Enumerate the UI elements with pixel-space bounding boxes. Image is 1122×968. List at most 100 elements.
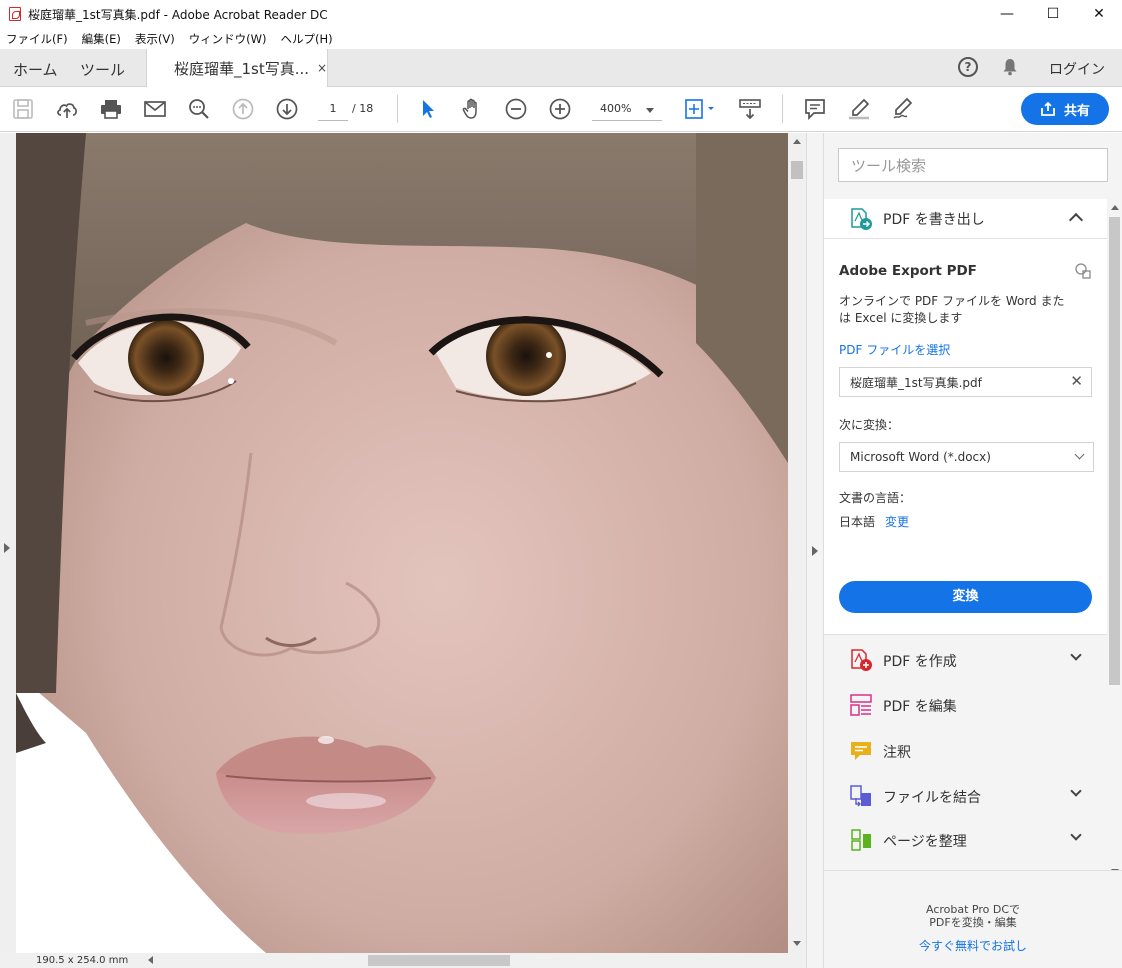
clear-file-icon[interactable]: ✕: [1070, 372, 1083, 390]
tab-bar: ホーム ツール 桜庭瑠華_1st写真... × ? ログイン: [0, 49, 1122, 87]
sign-icon[interactable]: [891, 97, 915, 121]
format-select[interactable]: Microsoft Word (*.docx): [839, 442, 1094, 472]
left-panel-toggle[interactable]: [0, 133, 16, 953]
adobe-export-title: Adobe Export PDF: [839, 263, 977, 279]
comment-icon[interactable]: [803, 97, 827, 121]
create-pdf-icon: [851, 649, 872, 671]
menu-bar: ファイル(F) 編集(E) 表示(V) ウィンドウ(W) ヘルプ(H): [0, 28, 1122, 49]
tab-document-label: 桜庭瑠華_1st写真...: [174, 59, 310, 78]
scroll-thumb[interactable]: [1109, 217, 1120, 685]
previous-page-icon[interactable]: [231, 97, 255, 121]
expand-left-icon: [4, 543, 10, 553]
chevron-down-icon: [646, 108, 654, 113]
close-tab-icon[interactable]: ×: [317, 61, 327, 75]
document-view: 190.5 x 254.0 mm: [0, 133, 806, 968]
export-pdf-icon: [851, 208, 872, 230]
organize-pages-icon: [851, 829, 871, 851]
horizontal-scroll-thumb[interactable]: [368, 955, 510, 966]
pdf-page-image[interactable]: [16, 133, 788, 953]
hand-tool-icon[interactable]: [460, 97, 484, 121]
info-link-icon[interactable]: [1075, 263, 1091, 279]
export-pdf-panel: Adobe Export PDF オンラインで PDF ファイルを Word ま…: [824, 239, 1107, 635]
comment-icon: [851, 742, 871, 760]
status-bar: 190.5 x 254.0 mm: [0, 953, 806, 968]
scroll-up-icon[interactable]: [793, 139, 801, 144]
right-pane-toggle[interactable]: [806, 133, 824, 968]
scroll-left-icon[interactable]: [148, 956, 153, 964]
scroll-thumb[interactable]: [791, 161, 803, 179]
share-icon: [1041, 101, 1055, 116]
login-link[interactable]: ログイン: [1049, 59, 1105, 79]
selected-file-field[interactable]: 桜庭瑠華_1st写真集.pdf ✕: [839, 367, 1092, 397]
highlight-pen-icon[interactable]: [847, 97, 871, 121]
tool-label: PDF を編集: [883, 699, 957, 715]
scroll-down-icon[interactable]: [793, 941, 801, 946]
tab-home[interactable]: ホーム: [13, 59, 58, 80]
tab-tools[interactable]: ツール: [80, 59, 125, 80]
tools-pane: ツール検索 PDF を書き出し Adobe Export PDF オンラインで …: [824, 133, 1122, 968]
promo-line-2: PDFを変換・編集: [929, 916, 1017, 929]
tool-search-input[interactable]: ツール検索: [838, 148, 1108, 182]
chevron-down-icon: [1070, 829, 1082, 841]
document-vertical-scrollbar[interactable]: [788, 133, 806, 953]
toolbar-divider: [397, 95, 398, 123]
upgrade-promo: Acrobat Pro DCで PDFを変換・編集 今すぐ無料でお試し: [824, 870, 1122, 968]
tool-label: PDF を作成: [883, 654, 957, 670]
help-icon[interactable]: ?: [958, 57, 978, 77]
save-icon[interactable]: [11, 97, 35, 121]
convert-button[interactable]: 変換: [839, 581, 1092, 613]
selected-file-name: 桜庭瑠華_1st写真集.pdf: [850, 376, 982, 390]
chevron-down-icon: [1070, 785, 1082, 797]
tools-pane-scrollbar[interactable]: [1107, 199, 1122, 879]
combine-files-icon: [850, 785, 871, 807]
menu-window[interactable]: ウィンドウ(W): [183, 31, 275, 47]
chevron-up-icon[interactable]: [1068, 212, 1084, 228]
menu-help[interactable]: ヘルプ(H): [275, 31, 341, 47]
page-number-input[interactable]: 1: [318, 99, 348, 121]
title-bar: 桜庭瑠華_1st写真集.pdf - Adobe Acrobat Reader D…: [0, 0, 1122, 28]
email-icon[interactable]: [143, 97, 167, 121]
portrait-photo: [16, 133, 788, 953]
tool-organize-pages[interactable]: ページを整理: [824, 818, 1107, 862]
scroll-mode-icon[interactable]: [738, 97, 762, 121]
menu-view[interactable]: 表示(V): [129, 31, 183, 47]
tool-comment[interactable]: 注釈: [824, 729, 1107, 773]
next-page-icon[interactable]: [275, 97, 299, 121]
share-button[interactable]: 共有: [1021, 93, 1109, 125]
zoom-out-icon[interactable]: [504, 97, 528, 121]
maximize-button[interactable]: ☐: [1030, 0, 1076, 28]
select-pdf-link[interactable]: PDF ファイルを選択: [839, 341, 950, 358]
menu-edit[interactable]: 編集(E): [76, 31, 129, 47]
tool-edit-pdf[interactable]: PDF を編集: [824, 683, 1107, 727]
select-cursor-icon[interactable]: [416, 97, 440, 121]
share-button-label: 共有: [1063, 103, 1090, 119]
free-trial-link[interactable]: 今すぐ無料でお試し: [824, 937, 1122, 954]
search-zoom-icon[interactable]: [187, 97, 211, 121]
edit-pdf-icon: [850, 694, 872, 716]
chevron-down-icon: [1074, 449, 1085, 460]
zoom-in-icon[interactable]: [548, 97, 572, 121]
convert-to-label: 次に変換：: [839, 418, 900, 432]
minimize-button[interactable]: —: [984, 0, 1030, 28]
collapse-right-icon: [812, 546, 818, 556]
window-controls: — ☐ ✕: [984, 0, 1122, 28]
scroll-up-icon[interactable]: [1111, 205, 1119, 210]
format-value: Microsoft Word (*.docx): [850, 450, 991, 464]
upload-cloud-icon[interactable]: [55, 97, 79, 121]
export-pdf-header[interactable]: PDF を書き出し: [824, 199, 1107, 239]
tool-create-pdf[interactable]: PDF を作成: [824, 638, 1107, 682]
bell-icon[interactable]: [1002, 58, 1018, 76]
zoom-level-value: 400%: [600, 102, 632, 115]
close-window-button[interactable]: ✕: [1076, 0, 1122, 28]
print-icon[interactable]: [99, 97, 123, 121]
menu-file[interactable]: ファイル(F): [0, 31, 76, 47]
zoom-level-select[interactable]: 400%: [592, 99, 662, 121]
document-language-value: 日本語: [839, 515, 876, 529]
tool-combine-files[interactable]: ファイルを結合: [824, 774, 1107, 818]
fit-page-icon[interactable]: [683, 97, 717, 121]
tool-label: ページを整理: [883, 834, 967, 850]
change-language-link[interactable]: 変更: [885, 513, 909, 530]
toolbar-divider: [782, 95, 783, 123]
tab-document[interactable]: 桜庭瑠華_1st写真... ×: [146, 49, 328, 87]
promo-line-1: Acrobat Pro DCで: [925, 903, 1021, 916]
